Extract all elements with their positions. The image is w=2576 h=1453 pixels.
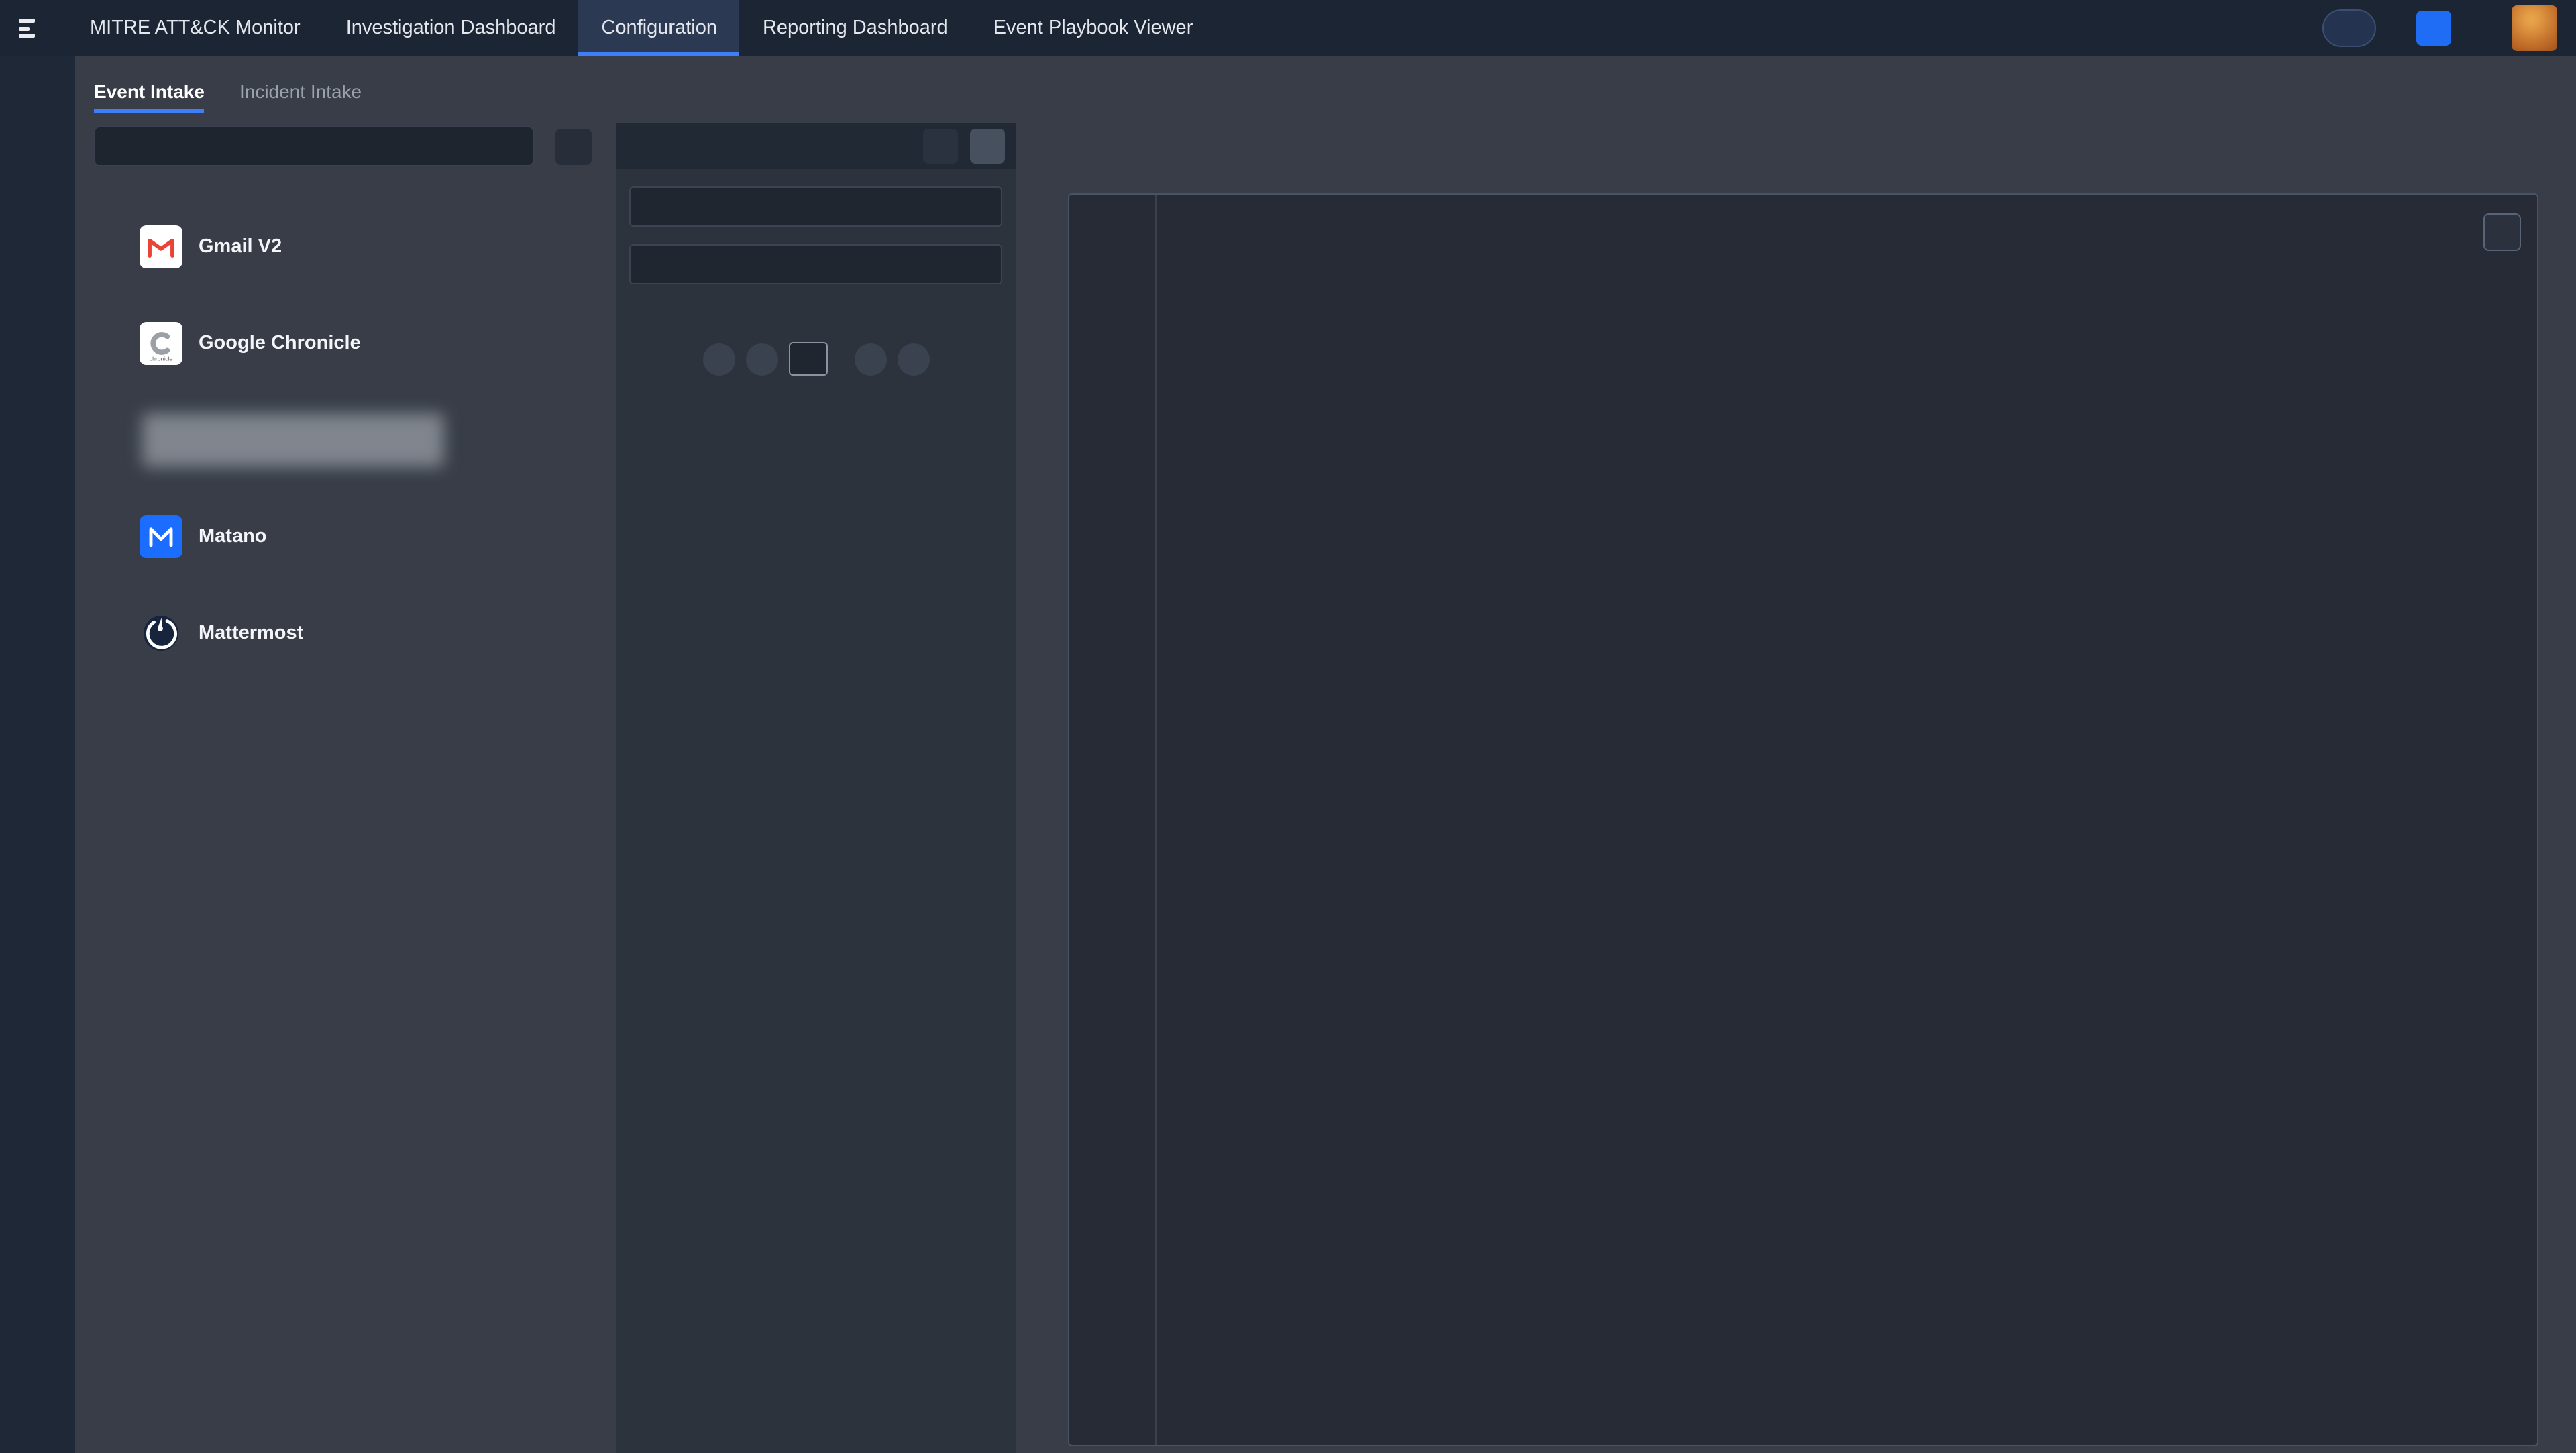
- redacted-source: [142, 413, 444, 467]
- mattermost-logo: [140, 612, 182, 655]
- environment-selector[interactable]: [2322, 9, 2376, 47]
- nav-mitre-att-ck-monitor[interactable]: MITRE ATT&CK Monitor: [67, 0, 323, 56]
- search-box[interactable]: [94, 126, 534, 166]
- rail-calendar-button[interactable]: [0, 397, 75, 451]
- user-avatar[interactable]: [2512, 5, 2557, 51]
- nav-configuration[interactable]: Configuration: [578, 0, 740, 56]
- rail-home-button[interactable]: [0, 63, 75, 117]
- search-input[interactable]: [109, 135, 519, 158]
- main-content: Event Intake Incident Intake Gmail V2 chro…: [75, 56, 2576, 1453]
- source-name: Mattermost: [199, 623, 303, 644]
- source-name: Matano: [199, 526, 267, 547]
- top-nav: MITRE ATT&CK MonitorInvestigation Dashbo…: [67, 0, 1216, 56]
- topbar: MITRE ATT&CK MonitorInvestigation Dashbo…: [0, 0, 2576, 56]
- svg-text:chronicle: chronicle: [150, 355, 173, 362]
- gmail-logo: [140, 225, 182, 268]
- last-page-button[interactable]: [897, 343, 929, 375]
- nav-event-playbook-viewer[interactable]: Event Playbook Viewer: [971, 0, 1216, 56]
- nav-investigation-dashboard[interactable]: Investigation Dashboard: [323, 0, 579, 56]
- page-number-input[interactable]: [788, 342, 827, 376]
- rail-fingerprint-button[interactable]: [0, 867, 75, 920]
- runs-filter-button[interactable]: [923, 129, 958, 164]
- new-incident-button[interactable]: [2416, 11, 2451, 46]
- rail-funnel-button[interactable]: [0, 733, 75, 786]
- rail-puzzle-button[interactable]: [0, 266, 75, 319]
- runs-header: [616, 123, 1016, 169]
- from-date-input[interactable]: [629, 186, 1002, 227]
- rail-wrench-button[interactable]: [0, 331, 75, 385]
- rail-broadcast-button[interactable]: [0, 596, 75, 649]
- tab-incident-intake[interactable]: Incident Intake: [239, 80, 362, 113]
- chronicle-logo: chronicle: [140, 322, 182, 365]
- rail-bolt-button[interactable]: [0, 800, 75, 853]
- nav-reporting-dashboard[interactable]: Reporting Dashboard: [740, 0, 971, 56]
- first-page-button[interactable]: [702, 343, 735, 375]
- app-root: MITRE ATT&CK MonitorInvestigation Dashbo…: [0, 0, 2576, 1453]
- to-date-input[interactable]: [629, 244, 1002, 284]
- source-name: Google Chronicle: [199, 333, 361, 354]
- gutter-separator: [1155, 195, 1157, 1445]
- date-filters: [616, 169, 1016, 284]
- rail-globe-button[interactable]: [0, 663, 75, 716]
- source-name: Gmail V2: [199, 236, 282, 258]
- tab-event-intake[interactable]: Event Intake: [94, 80, 205, 113]
- left-rail: [0, 56, 75, 1453]
- previous-page-button[interactable]: [745, 343, 777, 375]
- d3-logo-icon: [19, 19, 35, 38]
- d3-logo[interactable]: [0, 19, 67, 38]
- rail-copy-pages-button[interactable]: [0, 1241, 75, 1295]
- rail-gear-button[interactable]: [0, 1375, 75, 1429]
- next-page-button[interactable]: [854, 343, 886, 375]
- run-detail-panel: [1046, 56, 2576, 1453]
- runs-pagination: [616, 342, 1016, 376]
- runs-panel: [616, 123, 1016, 1453]
- avatar-image: [2512, 5, 2557, 51]
- topbar-right: [2322, 5, 2576, 51]
- copy-button[interactable]: [2483, 213, 2521, 251]
- runs-refresh-button[interactable]: [970, 129, 1005, 164]
- add-source-button[interactable]: [555, 128, 592, 164]
- json-editor: [1068, 193, 2538, 1446]
- rail-play-square-button[interactable]: [0, 199, 75, 252]
- matano-logo: [140, 515, 182, 558]
- rail-folder-button[interactable]: [0, 1307, 75, 1360]
- rail-database-button[interactable]: [0, 464, 75, 518]
- rail-clipboard-check-button[interactable]: [0, 131, 75, 185]
- rail-share-nodes-button[interactable]: [0, 531, 75, 585]
